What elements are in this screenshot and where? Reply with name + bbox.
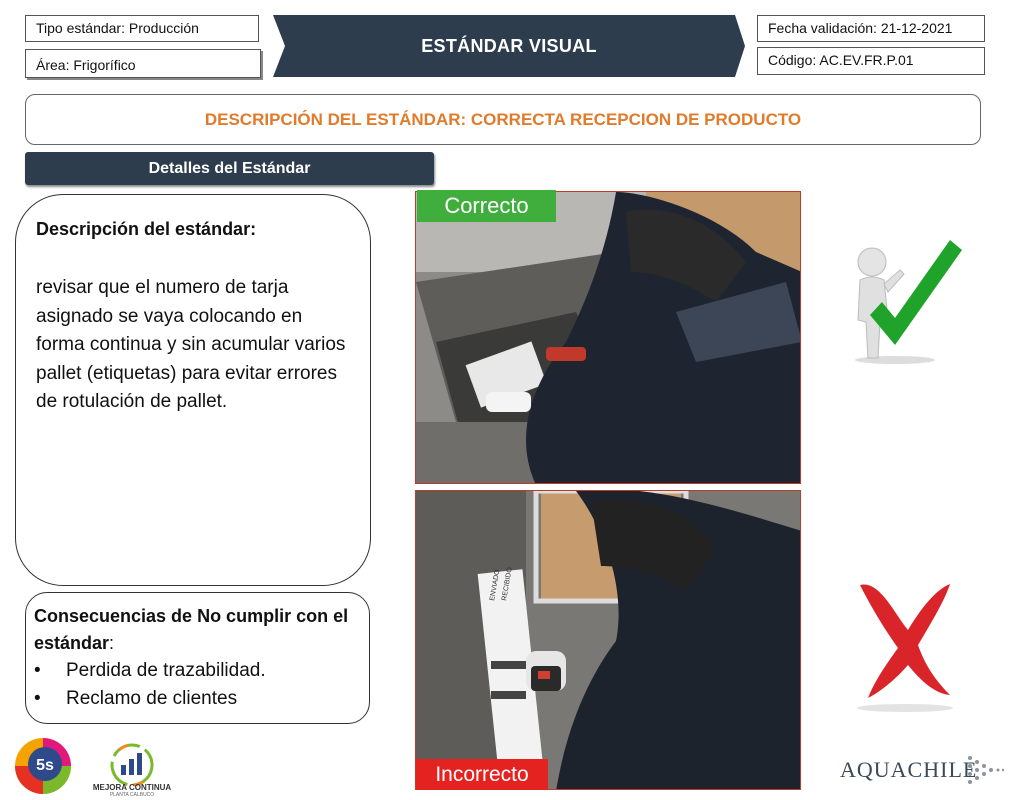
incorrect-label: Incorrecto: [416, 759, 548, 790]
banner-title: ESTÁNDAR VISUAL: [421, 35, 597, 56]
validation-date: Fecha validación: 21-12-2021: [757, 15, 985, 42]
standard-description-box: Descripción del estándar: revisar que el…: [15, 194, 371, 586]
list-item: • Perdida de trazabilidad.: [34, 660, 266, 681]
consequences-title: Consecuencias de No cumplir con el están…: [34, 606, 349, 653]
list-item: • Reclamo de clientes: [34, 688, 238, 709]
incorrect-photo: ENVIADO RECIBIDO: [415, 490, 801, 790]
5s-logo-icon: 5s: [15, 738, 71, 794]
description-title: DESCRIPCIÓN DEL ESTÁNDAR: CORRECTA RECEP…: [25, 94, 981, 145]
check-figure-icon: [855, 240, 962, 364]
aquachile-mark-icon: [968, 756, 1005, 784]
mejora-continua-text: MEJORA CONTINUA: [92, 783, 172, 792]
details-header: Detalles del Estándar: [25, 152, 434, 185]
correct-label: Correcto: [417, 190, 556, 222]
red-x-icon: [857, 584, 953, 712]
correct-photo: [415, 191, 801, 484]
standard-type-label: Tipo estándar: Producción: [25, 15, 259, 42]
mejora-continua-subtext: PLANTA CALBUCO: [109, 792, 155, 798]
5s-logo-text: 5s: [36, 757, 54, 774]
standard-code: Código: AC.EV.FR.P.01: [757, 47, 985, 75]
aquachile-logo-text: AQUACHILE: [840, 757, 978, 782]
consequences-box: Consecuencias de No cumplir con el están…: [25, 592, 370, 724]
standard-description-title: Descripción del estándar:: [36, 219, 257, 239]
area-label: Área: Frigorífico: [25, 49, 261, 78]
standard-description-body: revisar que el numero de tarja asignado …: [36, 277, 346, 412]
